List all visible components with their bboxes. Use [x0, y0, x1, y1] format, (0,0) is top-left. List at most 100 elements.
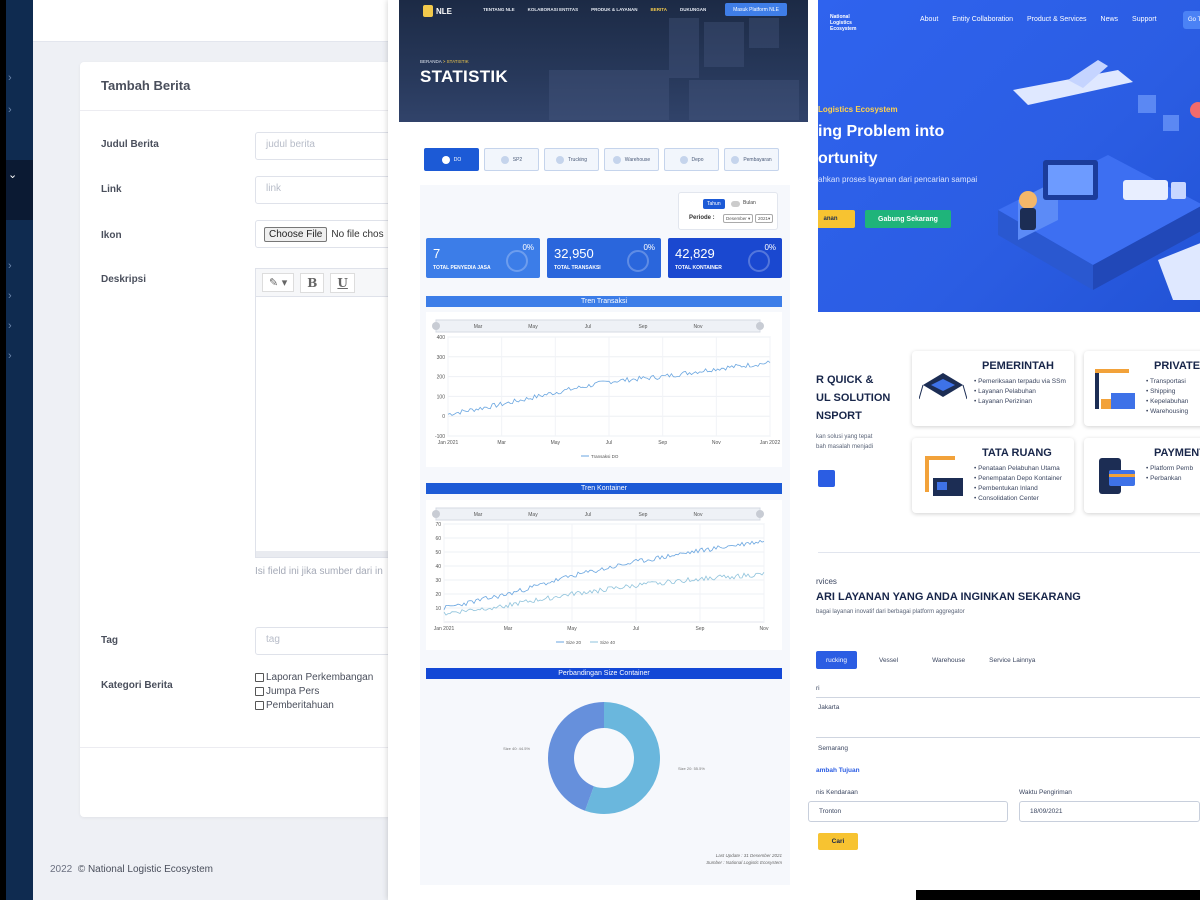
truck-icon	[556, 155, 564, 164]
divider	[80, 110, 400, 111]
month-select[interactable]: Desember ▾	[723, 214, 753, 223]
category-card-payment[interactable]: PAYMENT Platform PembPerbankan	[1084, 438, 1200, 513]
chevron-right-icon[interactable]: ›	[8, 350, 12, 362]
chart-title-kontainer: Tren Kontainer	[426, 483, 782, 494]
add-destination-link[interactable]: ambah Tujuan	[816, 767, 860, 774]
tab-do[interactable]: DO	[424, 148, 479, 171]
chevron-right-icon[interactable]: ›	[8, 104, 12, 116]
y-tick-label: 200	[437, 375, 446, 381]
choose-file-button[interactable]: Choose File	[264, 226, 328, 242]
tab-pembayaran[interactable]: Pembayaran	[724, 148, 779, 171]
destination-input[interactable]: Semarang	[818, 745, 848, 752]
category-card-tata-ruang[interactable]: TATA RUANG Penataan Pelabuhan UtamaPenem…	[912, 438, 1074, 513]
nav-item[interactable]: TENTANG NLE	[483, 7, 515, 12]
nav-item[interactable]: DUKUNGAN	[680, 7, 706, 12]
vehicle-select[interactable]: Tronton	[808, 801, 1008, 822]
category-card-private[interactable]: PRIVATE S TransportasiShippingKepelabuha…	[1084, 351, 1200, 426]
link-input[interactable]: link	[255, 176, 400, 204]
ikon-label: Ikon	[101, 230, 122, 241]
shipping-time-label: Waktu Pengiriman	[1019, 789, 1072, 796]
chart-size[interactable]: Size 20: 55.5% Size 40: 44.5%	[426, 684, 782, 844]
layanan-button[interactable]: anan	[818, 210, 855, 228]
nav-support[interactable]: Support	[1132, 16, 1157, 23]
nav-product[interactable]: Product & Services	[1027, 16, 1087, 23]
description-editor[interactable]: ✎ ▾ B U	[255, 268, 400, 558]
period-switch[interactable]	[731, 201, 740, 207]
search-button[interactable]: Cari	[818, 833, 858, 850]
service-tabs: DO SP2 Trucking Warehouse Depo Pembayara…	[424, 148, 779, 171]
checkbox-icon[interactable]	[255, 687, 264, 696]
magic-wand-icon[interactable]: ✎ ▾	[262, 273, 295, 292]
services-title: ARI LAYANAN YANG ANDA INGINKAN SEKARANG	[816, 591, 1081, 603]
shipping-date-input[interactable]: 18/09/2021	[1019, 801, 1200, 822]
chart-transaksi[interactable]: Mar May Jul Sep Nov 400 300 200 100 0 -100 Jan 2021…	[426, 312, 782, 467]
bulan-toggle[interactable]: Bulan	[743, 200, 756, 206]
solution-arrow-button[interactable]	[818, 470, 835, 487]
nav-item[interactable]: KOLABORASI ENTITAS	[528, 7, 578, 12]
chevron-right-icon[interactable]: ›	[8, 72, 12, 84]
checkbox-icon[interactable]	[255, 701, 264, 710]
kategori-checkbox[interactable]: Laporan Perkembangan	[255, 672, 373, 683]
chart-navigator	[435, 507, 761, 521]
tab-vessel[interactable]: Vessel	[857, 651, 908, 669]
chart-title-transaksi: Tren Transaksi	[426, 296, 782, 307]
tag-input[interactable]: tag	[255, 627, 400, 655]
payment-card-icon	[1099, 458, 1135, 494]
x-tick-label: Mar	[497, 440, 506, 446]
admin-footer: 2022 © National Logistic Ecosystem	[50, 864, 214, 875]
navigator-handle-icon	[756, 322, 764, 330]
kategori-checkbox[interactable]: Jumpa Pers	[255, 686, 319, 697]
service-search-tabs: rucking Vessel Warehouse Service Lainnya	[816, 651, 1045, 669]
nav-item-active[interactable]: BERITA	[651, 7, 667, 12]
underline-button[interactable]: U	[330, 272, 355, 293]
landing-hero: National Logistics Ecosystem About Entity …	[818, 0, 1200, 312]
chevron-right-icon[interactable]: ›	[8, 290, 12, 302]
platform-login-button[interactable]: Masuk Platform NLE	[725, 3, 787, 16]
chevron-right-icon[interactable]: ›	[8, 320, 12, 332]
nle-logo[interactable]: National Logistics Ecosystem	[830, 14, 856, 32]
tab-depo[interactable]: Depo	[664, 148, 719, 171]
file-status: No file chos	[331, 228, 384, 240]
tab-trucking[interactable]: rucking	[816, 651, 857, 669]
category-card-pemerintah[interactable]: PEMERINTAH Pemeriksaan terpadu via SSmLa…	[912, 351, 1074, 426]
tab-warehouse[interactable]: Warehouse	[604, 148, 659, 171]
tahun-toggle[interactable]: Tahun	[703, 199, 725, 209]
judul-input[interactable]: judul berita	[255, 132, 400, 160]
goto-button[interactable]: Go T	[1183, 11, 1200, 29]
nav-entity[interactable]: Entity Collaboration	[952, 16, 1013, 23]
origin-input[interactable]: Jakarta	[818, 704, 839, 711]
tab-warehouse[interactable]: Warehouse	[908, 651, 975, 669]
y-tick-label: 300	[437, 355, 446, 361]
nav-news[interactable]: News	[1101, 16, 1119, 23]
kategori-label: Kategori Berita	[101, 680, 173, 691]
x-tick-label: Jan 2022	[760, 440, 781, 446]
bold-button[interactable]: B	[300, 272, 325, 293]
container-icon	[748, 250, 770, 272]
editor-toolbar: ✎ ▾ B U	[256, 269, 400, 297]
nav-item[interactable]: PRODUK & LAYANAN	[591, 7, 637, 12]
period-filter: Tahun Bulan Periode : Desember ▾ 2021▾	[678, 192, 778, 230]
plot-area	[443, 523, 765, 623]
editor-scrollbar[interactable]	[256, 551, 400, 557]
kategori-checkbox[interactable]: Pemberitahuan	[255, 700, 334, 711]
chevron-down-icon[interactable]: ⌄	[8, 168, 17, 181]
checkbox-icon[interactable]	[255, 673, 264, 682]
truck-icon	[500, 155, 509, 164]
tab-sp2[interactable]: SP2	[484, 148, 539, 171]
join-button[interactable]: Gabung Sekarang	[865, 210, 951, 228]
navigator-label: Nov	[694, 512, 703, 518]
admin-topbar	[33, 0, 400, 42]
ikon-file-input[interactable]: Choose File No file chos	[255, 220, 400, 248]
stat-card-transaksi: 32,950 TOTAL TRANSAKSI 0%	[547, 238, 661, 278]
payment-icon	[731, 155, 740, 164]
year-select[interactable]: 2021▾	[755, 214, 773, 223]
chart-kontainer[interactable]: Mar May Jul Sep Nov 70 60 50 40 30 20 10 Jan 2021 Mar…	[426, 500, 782, 650]
hero-kicker: Logistics Ecosystem	[818, 105, 898, 114]
tab-trucking[interactable]: Trucking	[544, 148, 599, 171]
navigator-label: Sep	[639, 512, 648, 518]
tab-service-lainnya[interactable]: Service Lainnya	[975, 651, 1045, 669]
chevron-right-icon[interactable]: ›	[8, 260, 12, 272]
nav-about[interactable]: About	[920, 16, 938, 23]
nle-logo[interactable]: NLE	[423, 4, 467, 18]
landing-nav: About Entity Collaboration Product & Ser…	[920, 16, 1157, 23]
